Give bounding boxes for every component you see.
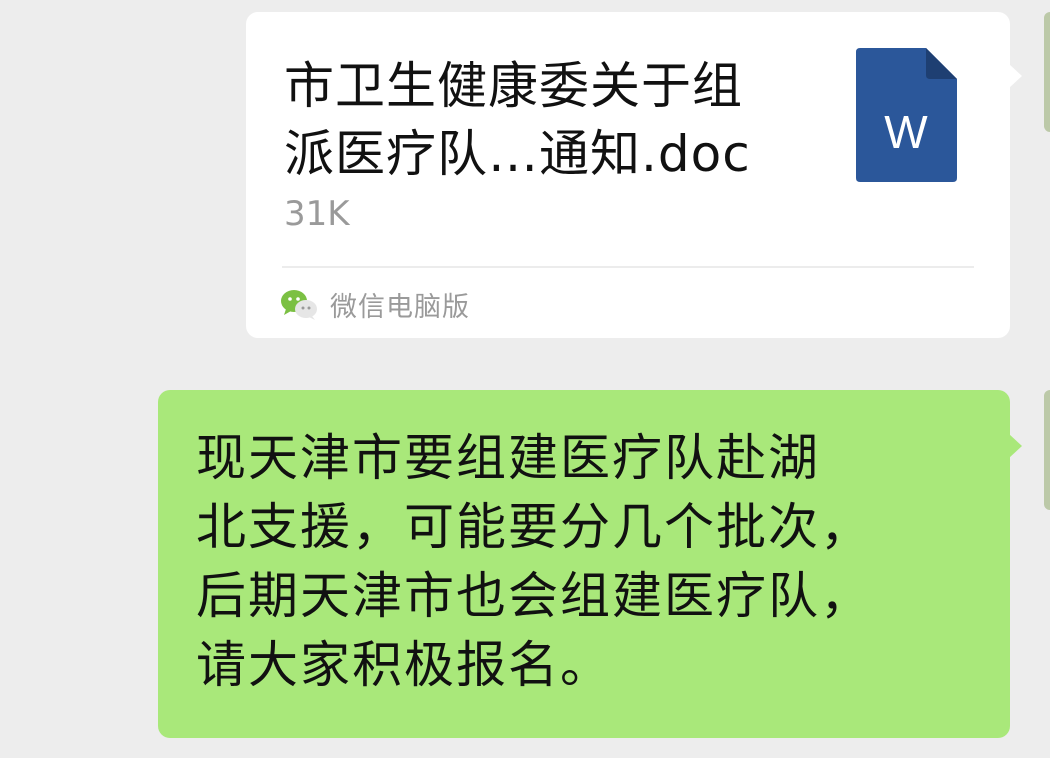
message-text: 现天津市要组建医疗队赴湖 北支援，可能要分几个批次， 后期天津市也会组建医疗队，… xyxy=(196,429,872,694)
sender-avatar[interactable] xyxy=(1044,390,1050,510)
sender-avatar[interactable] xyxy=(1044,12,1050,132)
sent-text-bubble[interactable]: 现天津市要组建医疗队赴湖 北支援，可能要分几个批次， 后期天津市也会组建医疗队，… xyxy=(158,390,1022,738)
source-label: 微信电脑版 xyxy=(330,291,470,323)
file-size: 31K xyxy=(284,194,350,234)
word-doc-icon: W xyxy=(856,48,957,182)
wechat-icon xyxy=(281,290,317,320)
word-letter: W xyxy=(884,106,928,158)
card-footer: 微信电脑版 xyxy=(280,282,470,326)
file-message-card[interactable]: 市卫生健康委关于组 派医疗队…通知.doc 31K W 微信电脑版 xyxy=(246,12,1022,338)
file-name: 市卫生健康委关于组 派医疗队…通知.doc xyxy=(284,57,751,183)
card-divider xyxy=(282,266,974,268)
